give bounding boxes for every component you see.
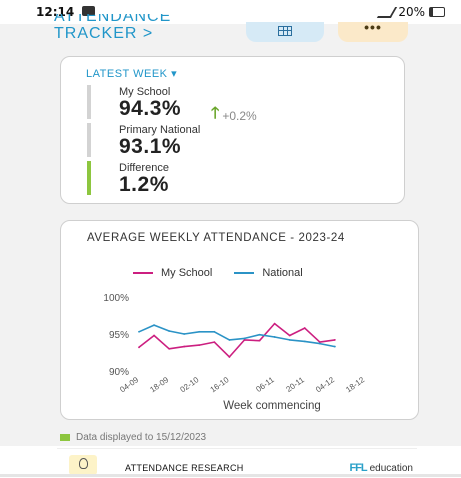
x-tick-label: 18-09 bbox=[148, 375, 170, 394]
data-point bbox=[288, 334, 291, 337]
data-point bbox=[168, 330, 171, 332]
data-point bbox=[168, 347, 171, 350]
data-point bbox=[228, 356, 231, 358]
data-point bbox=[273, 322, 276, 325]
data-point bbox=[153, 334, 155, 337]
latest-week-label: LATEST WEEK bbox=[86, 68, 168, 80]
grid-icon bbox=[278, 26, 292, 36]
data-point bbox=[303, 327, 306, 329]
battery-icon bbox=[429, 7, 445, 17]
status-indicators: 20% bbox=[377, 5, 445, 19]
data-point bbox=[288, 339, 291, 341]
legend-swatch bbox=[234, 272, 255, 274]
data-point bbox=[198, 344, 201, 346]
national-value: 93.1% bbox=[119, 135, 182, 158]
y-tick-label: 95% bbox=[109, 330, 129, 341]
battery-percent: 20% bbox=[398, 5, 425, 19]
data-point bbox=[138, 346, 140, 349]
ffl-education-logo: FFL education bbox=[349, 462, 413, 474]
my-school-change-value: +0.2% bbox=[222, 108, 257, 123]
x-tick-label: 20-11 bbox=[284, 375, 306, 394]
data-point bbox=[183, 333, 186, 335]
chevron-right-icon: > bbox=[142, 25, 154, 42]
x-tick-label: 16-10 bbox=[209, 375, 231, 394]
legend-label: National bbox=[262, 267, 303, 279]
promo-title: ATTENDANCE RESEARCH bbox=[125, 463, 244, 473]
series-line-my-school bbox=[138, 322, 336, 358]
header-title-text: TRACKER bbox=[54, 25, 138, 42]
legend-label: My School bbox=[161, 267, 213, 279]
data-point bbox=[198, 330, 201, 333]
x-tick-label: 04-12 bbox=[314, 375, 336, 394]
metric-bar bbox=[87, 123, 91, 157]
attendance-tracker-link[interactable]: ATTENDANCE TRACKER > bbox=[54, 14, 214, 48]
calendar-view-button[interactable] bbox=[246, 22, 324, 42]
legend-item[interactable]: My School bbox=[133, 267, 212, 279]
my-school-change: 🡑 +0.2% bbox=[211, 102, 257, 129]
logo-mark: FFL bbox=[349, 462, 367, 474]
data-point bbox=[243, 337, 246, 340]
logo-text: education bbox=[369, 462, 413, 474]
data-date-text: Data displayed to 15/12/2023 bbox=[76, 432, 207, 443]
my-school-value: 94.3% bbox=[119, 97, 182, 120]
header-title-line2: TRACKER > bbox=[54, 25, 214, 42]
caret-down-icon: ▾ bbox=[171, 68, 178, 80]
y-tick-label: 100% bbox=[103, 293, 129, 304]
y-tick-label: 90% bbox=[109, 367, 129, 378]
data-point bbox=[318, 342, 321, 345]
x-tick-label: 06-11 bbox=[254, 375, 276, 394]
note-swatch bbox=[60, 434, 70, 441]
difference-bar bbox=[87, 161, 91, 195]
more-options-button[interactable]: ••• bbox=[338, 20, 408, 42]
lightbulb-icon bbox=[69, 455, 97, 475]
chart-legend: My School National bbox=[133, 267, 303, 279]
chart-title: AVERAGE WEEKLY ATTENDANCE - 2023-24 bbox=[87, 232, 345, 244]
data-point bbox=[153, 324, 155, 327]
data-point bbox=[303, 340, 306, 343]
data-point bbox=[228, 339, 231, 341]
attendance-line-chart: 90%95%100%04-09 18-09 02-10 16-10 06-11 20-11… bbox=[103, 293, 366, 412]
legend-swatch bbox=[133, 272, 153, 274]
data-point bbox=[258, 339, 261, 342]
weekly-attendance-chart-card: AVERAGE WEEKLY ATTENDANCE - 2023-24 My S… bbox=[60, 220, 419, 420]
metric-bar bbox=[87, 85, 91, 119]
header-title-line1: ATTENDANCE bbox=[54, 14, 172, 25]
data-point bbox=[333, 345, 336, 348]
data-point bbox=[138, 330, 140, 333]
data-point bbox=[333, 339, 336, 341]
x-axis-label: Week commencing bbox=[223, 400, 321, 412]
latest-week-card: LATEST WEEK ▾ My School 94.3% 🡑 +0.2% Pr… bbox=[60, 56, 405, 204]
latest-week-dropdown[interactable]: LATEST WEEK ▾ bbox=[86, 67, 177, 80]
legend-item[interactable]: National bbox=[234, 267, 303, 279]
difference-value: 1.2% bbox=[119, 173, 169, 196]
signal-icon bbox=[377, 6, 398, 18]
data-point bbox=[213, 330, 216, 333]
x-tick-label: 18-12 bbox=[344, 375, 366, 394]
data-point bbox=[273, 336, 276, 338]
data-point bbox=[183, 345, 186, 348]
x-tick-label: 02-10 bbox=[178, 375, 200, 394]
data-point bbox=[258, 333, 261, 336]
arrow-up-icon: 🡑 bbox=[211, 105, 220, 122]
data-point bbox=[213, 341, 216, 344]
data-date-note: Data displayed to 15/12/2023 bbox=[60, 432, 206, 443]
